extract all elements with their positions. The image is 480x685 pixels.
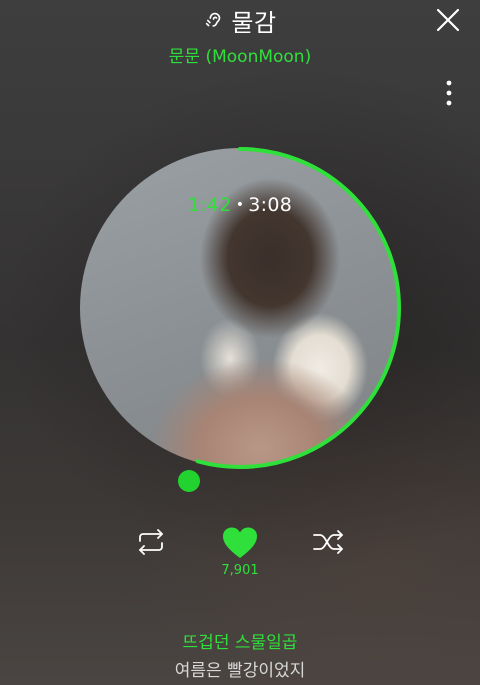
time-readout: 1:42 • 3:08 — [78, 194, 402, 216]
artist-name[interactable]: 문문 (MoonMoon) — [0, 42, 480, 67]
title-row: 물감 — [0, 4, 480, 37]
heart-icon[interactable] — [220, 525, 260, 561]
total-time: 3:08 — [248, 194, 293, 216]
time-separator: • — [235, 197, 245, 213]
repeat-icon[interactable] — [134, 529, 168, 555]
more-options-button[interactable] — [438, 78, 460, 108]
like-count: 7,901 — [221, 563, 259, 578]
shuffle-icon[interactable] — [312, 529, 346, 555]
close-button[interactable] — [434, 6, 462, 34]
elapsed-time: 1:42 — [187, 194, 232, 216]
hearing-icon — [206, 12, 221, 27]
playback-controls: 7,901 — [0, 525, 480, 585]
lyric-next-line[interactable]: 여름은 빨강이었지 — [0, 656, 480, 681]
seek-handle[interactable] — [178, 470, 200, 492]
player-disc: 1:42 • 3:08 — [78, 146, 402, 470]
song-title: 물감 — [231, 8, 277, 37]
music-player-screen: 물감 문문 (MoonMoon) 1:42 • 3:08 7,901 뜨겁던 스… — [0, 0, 480, 685]
lyric-current-line[interactable]: 뜨겁던 스물일곱 — [0, 628, 480, 653]
